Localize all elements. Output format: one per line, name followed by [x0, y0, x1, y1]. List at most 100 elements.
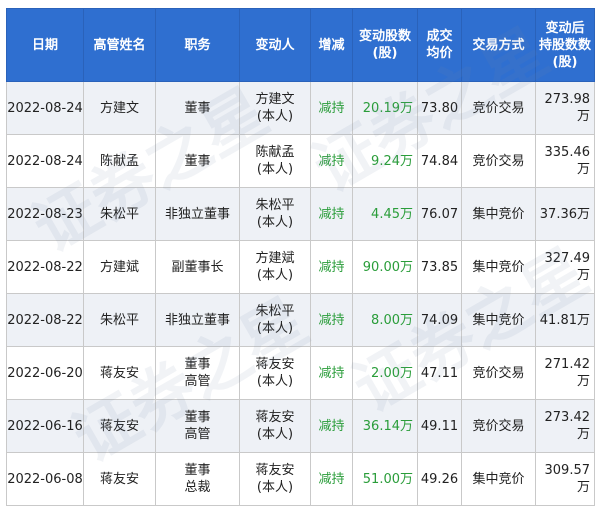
cell-date: 2022-08-22 [6, 240, 84, 294]
cell-avg-price: 76.07 [417, 187, 462, 241]
cell-position-line: 非独立董事 [164, 312, 230, 328]
header-label: (股) [372, 46, 398, 61]
cell-position: 非独立董事 [155, 187, 240, 241]
cell-position-line: 副董事长 [171, 259, 224, 275]
cell-position: 非独立董事 [155, 293, 240, 347]
header-label: 均价 [426, 46, 453, 61]
holdings-change-table: 日期 高管姓名 职务 变动人 增减 变动股数 (股) 成交均价 交易方式 变动后 持股数数 (股) 2… [6, 8, 595, 506]
cell-changer: 蒋友安 (本人) [239, 346, 311, 400]
table-body: 2022-08-24 方建文 董事 方建文 (本人) 减持 20.19万 73.80 竞价交易 2… [6, 81, 595, 506]
cell-date: 2022-06-20 [6, 346, 84, 400]
cell-date: 2022-08-24 [6, 81, 84, 135]
cell-changer: 蒋友安 (本人) [239, 452, 311, 506]
cell-change-shares: 20.19万 [352, 81, 418, 135]
cell-direction: 减持 [310, 293, 353, 347]
cell-exec-name: 方建文 [83, 81, 156, 135]
header-label: 交易方式 [472, 37, 525, 53]
cell-exec-name: 朱松平 [83, 187, 156, 241]
cell-position: 董事 [155, 81, 240, 135]
table-row: 2022-08-22 方建斌 副董事长 方建斌 (本人) 减持 90.00万 73.85 集中竞… [6, 240, 595, 294]
cell-position-line: 高管 [184, 374, 211, 389]
cell-avg-price: 49.26 [417, 452, 462, 506]
cell-changer-line: (本人) [256, 215, 294, 230]
cell-exec-name: 蒋友安 [83, 399, 156, 453]
header-direction: 增减 [310, 8, 353, 82]
cell-changer: 蒋友安 (本人) [239, 399, 311, 453]
header-label: 职务 [184, 37, 211, 53]
cell-change-shares: 9.24万 [352, 134, 418, 188]
cell-changer-line: (本人) [256, 268, 294, 283]
header-label: 变动股数 [358, 29, 411, 44]
cell-direction: 减持 [310, 399, 353, 453]
cell-changer-line: 方建斌 [255, 251, 295, 266]
cell-exec-name: 蒋友安 [83, 346, 156, 400]
cell-shares-after: 327.49万 [535, 240, 595, 294]
cell-position: 董事 总裁 [155, 452, 240, 506]
cell-date: 2022-08-24 [6, 134, 84, 188]
header-label: 变动后 [545, 20, 585, 36]
cell-change-shares: 8.00万 [352, 293, 418, 347]
cell-changer-line: (本人) [256, 109, 294, 124]
cell-changer-line: 蒋友安 [255, 463, 295, 478]
cell-direction: 减持 [310, 81, 353, 135]
cell-exec-name: 蒋友安 [83, 452, 156, 506]
header-shares-after: 变动后 持股数数 (股) [535, 8, 595, 82]
cell-avg-price: 74.09 [417, 293, 462, 347]
cell-changer-line: 蒋友安 [255, 410, 295, 425]
header-label: 成交 [426, 29, 453, 44]
cell-position-line: 董事 [184, 463, 211, 478]
cell-shares-after: 41.81万 [535, 293, 595, 347]
cell-trade-method: 竞价交易 [461, 346, 536, 400]
cell-position-line: 董事 [184, 100, 211, 116]
cell-trade-method: 集中竞价 [461, 187, 536, 241]
cell-trade-method: 竞价交易 [461, 134, 536, 188]
cell-position: 副董事长 [155, 240, 240, 294]
table-row: 2022-08-24 陈献孟 董事 陈献孟 (本人) 减持 9.24万 74.84 竞价交易 33… [6, 134, 595, 188]
cell-shares-after: 309.57万 [535, 452, 595, 506]
header-label: 变动人 [255, 37, 295, 53]
header-change-shares: 变动股数 (股) [352, 8, 418, 82]
table-row: 2022-06-08 蒋友安 董事 总裁 蒋友安 (本人) 减持 51.00万 49.26 集中竞… [6, 452, 595, 506]
table-row: 2022-06-20 蒋友安 董事 高管 蒋友安 (本人) 减持 2.00万 47.11 竞价交易… [6, 346, 595, 400]
cell-direction: 减持 [310, 346, 353, 400]
header-changer: 变动人 [239, 8, 311, 82]
table-header-row: 日期 高管姓名 职务 变动人 增减 变动股数 (股) 成交均价 交易方式 变动后 持股数数 (股) [6, 8, 595, 82]
header-label: 高管姓名 [93, 37, 146, 53]
cell-changer: 朱松平 (本人) [239, 293, 311, 347]
cell-date: 2022-06-08 [6, 452, 84, 506]
cell-position-line: 高管 [184, 427, 211, 442]
cell-position-line: 总裁 [184, 480, 211, 495]
cell-direction: 减持 [310, 452, 353, 506]
cell-changer-line: (本人) [256, 321, 294, 336]
cell-changer-line: 陈献孟 [255, 145, 295, 160]
cell-avg-price: 74.84 [417, 134, 462, 188]
cell-avg-price: 73.80 [417, 81, 462, 135]
cell-direction: 减持 [310, 240, 353, 294]
header-position: 职务 [155, 8, 240, 82]
cell-position-line: 董事 [184, 410, 211, 425]
cell-date: 2022-08-22 [6, 293, 84, 347]
cell-exec-name: 陈献孟 [83, 134, 156, 188]
cell-trade-method: 集中竞价 [461, 452, 536, 506]
cell-shares-after: 37.36万 [535, 187, 595, 241]
header-label: 增减 [318, 37, 345, 53]
cell-changer: 方建斌 (本人) [239, 240, 311, 294]
header-exec-name: 高管姓名 [83, 8, 156, 82]
cell-avg-price: 49.11 [417, 399, 462, 453]
cell-changer: 朱松平 (本人) [239, 187, 311, 241]
cell-shares-after: 273.98万 [535, 81, 595, 135]
cell-trade-method: 集中竞价 [461, 240, 536, 294]
cell-trade-method: 集中竞价 [461, 293, 536, 347]
table-row: 2022-06-16 蒋友安 董事 高管 蒋友安 (本人) 减持 36.14万 49.11 竞价交… [6, 399, 595, 453]
cell-changer-line: 方建文 [255, 92, 295, 107]
header-trade-method: 交易方式 [461, 8, 536, 82]
table-row: 2022-08-24 方建文 董事 方建文 (本人) 减持 20.19万 73.80 竞价交易 2… [6, 81, 595, 135]
header-date: 日期 [6, 8, 84, 82]
cell-trade-method: 竞价交易 [461, 81, 536, 135]
cell-shares-after: 271.42万 [535, 346, 595, 400]
holdings-change-table-container: 日期 高管姓名 职务 变动人 增减 变动股数 (股) 成交均价 交易方式 变动后 持股数数 (股) 2… [6, 8, 595, 506]
cell-changer-line: (本人) [256, 480, 294, 495]
cell-changer-line: 朱松平 [255, 304, 295, 319]
cell-change-shares: 2.00万 [352, 346, 418, 400]
cell-changer-line: (本人) [256, 427, 294, 442]
